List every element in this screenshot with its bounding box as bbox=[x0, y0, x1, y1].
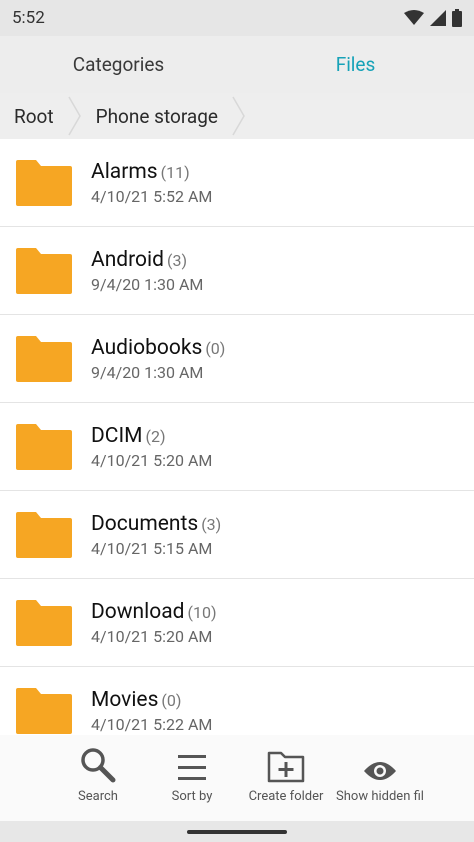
list-item-meta: Documents (3) 4/10/21 5:15 AM bbox=[91, 512, 221, 558]
folder-icon bbox=[16, 511, 72, 558]
list-item-audiobooks[interactable]: Audiobooks (0) 9/4/20 1:30 AM bbox=[0, 315, 474, 403]
modified-date: 4/10/21 5:20 AM bbox=[91, 626, 213, 646]
modified-date: 9/4/20 1:30 AM bbox=[91, 362, 204, 382]
create-folder-icon bbox=[267, 751, 305, 783]
list-item-meta: Android (3) 9/4/20 1:30 AM bbox=[91, 248, 203, 294]
list-item-meta: Movies (0) 4/10/21 5:22 AM bbox=[91, 688, 212, 734]
list-item-android[interactable]: Android (3) 9/4/20 1:30 AM bbox=[0, 227, 474, 315]
file-name: Audiobooks bbox=[91, 335, 203, 360]
home-gesture-handle[interactable] bbox=[187, 830, 287, 834]
breadcrumb-chevron-icon bbox=[232, 96, 245, 136]
list-item-dcim[interactable]: DCIM (2) 4/10/21 5:20 AM bbox=[0, 403, 474, 491]
folder-icon bbox=[16, 687, 72, 734]
modified-date: 4/10/21 5:20 AM bbox=[91, 450, 213, 470]
breadcrumb-phone-storage[interactable]: Phone storage bbox=[82, 93, 232, 139]
folder-icon bbox=[16, 423, 72, 470]
wifi-icon bbox=[404, 10, 424, 25]
bottom-action-bar: Search Sort by Create folder Show hidden… bbox=[0, 735, 474, 821]
item-count: (0) bbox=[161, 690, 182, 710]
item-count: (3) bbox=[201, 514, 222, 534]
folder-icon bbox=[16, 159, 72, 206]
folder-icon bbox=[16, 247, 72, 294]
tab-categories[interactable]: Categories bbox=[0, 36, 237, 93]
file-name: Alarms bbox=[91, 159, 158, 184]
modified-date: 4/10/21 5:52 AM bbox=[91, 186, 213, 206]
tab-bar: Categories Files bbox=[0, 36, 474, 93]
list-item-meta: Audiobooks (0) 9/4/20 1:30 AM bbox=[91, 336, 225, 382]
search-icon bbox=[81, 748, 116, 783]
create-folder-button[interactable]: Create folder bbox=[239, 735, 333, 821]
search-label: Search bbox=[78, 789, 118, 804]
breadcrumb-chevron-icon bbox=[67, 96, 81, 136]
sort-by-label: Sort by bbox=[171, 789, 213, 804]
file-name: DCIM bbox=[91, 423, 143, 448]
file-name: Movies bbox=[91, 687, 159, 712]
item-count: (2) bbox=[145, 426, 166, 446]
folder-icon bbox=[16, 599, 72, 646]
list-item-meta: Download (10) 4/10/21 5:20 AM bbox=[91, 600, 217, 646]
system-nav-bar bbox=[0, 821, 474, 842]
list-item-download[interactable]: Download (10) 4/10/21 5:20 AM bbox=[0, 579, 474, 667]
list-item-alarms[interactable]: Alarms (11) 4/10/21 5:52 AM bbox=[0, 139, 474, 227]
file-name: Documents bbox=[91, 511, 199, 536]
item-count: (10) bbox=[187, 602, 217, 622]
file-name: Android bbox=[91, 247, 164, 272]
status-time: 5:52 bbox=[12, 8, 45, 28]
item-count: (0) bbox=[205, 338, 226, 358]
breadcrumb-root[interactable]: Root bbox=[0, 93, 68, 139]
modified-date: 4/10/21 5:15 AM bbox=[91, 538, 213, 558]
sort-icon bbox=[178, 755, 206, 780]
show-hidden-files-button[interactable]: Show hidden fil bbox=[333, 735, 427, 821]
modified-date: 9/4/20 1:30 AM bbox=[91, 274, 204, 294]
status-icons bbox=[404, 9, 462, 27]
create-folder-label: Create folder bbox=[248, 789, 324, 804]
search-button[interactable]: Search bbox=[51, 735, 145, 821]
cell-signal-icon bbox=[430, 10, 446, 26]
list-item-documents[interactable]: Documents (3) 4/10/21 5:15 AM bbox=[0, 491, 474, 579]
sort-by-button[interactable]: Sort by bbox=[145, 735, 239, 821]
list-item-meta: Alarms (11) 4/10/21 5:52 AM bbox=[91, 160, 212, 206]
file-name: Download bbox=[91, 599, 185, 624]
eye-icon bbox=[364, 762, 396, 780]
file-list[interactable]: Alarms (11) 4/10/21 5:52 AM Android (3) … bbox=[0, 139, 474, 735]
list-item-movies[interactable]: Movies (0) 4/10/21 5:22 AM bbox=[0, 667, 474, 735]
battery-icon bbox=[452, 9, 462, 27]
breadcrumb-phone-storage-label: Phone storage bbox=[95, 104, 218, 128]
show-hidden-files-label: Show hidden fil bbox=[336, 789, 424, 804]
breadcrumb-root-label: Root bbox=[14, 104, 54, 128]
breadcrumb: Root Phone storage bbox=[0, 93, 474, 139]
item-count: (11) bbox=[160, 162, 190, 182]
folder-icon bbox=[16, 335, 72, 382]
list-item-meta: DCIM (2) 4/10/21 5:20 AM bbox=[91, 424, 212, 470]
tab-files[interactable]: Files bbox=[237, 36, 474, 93]
modified-date: 4/10/21 5:22 AM bbox=[91, 714, 213, 734]
item-count: (3) bbox=[166, 250, 188, 270]
status-bar: 5:52 bbox=[0, 0, 474, 36]
